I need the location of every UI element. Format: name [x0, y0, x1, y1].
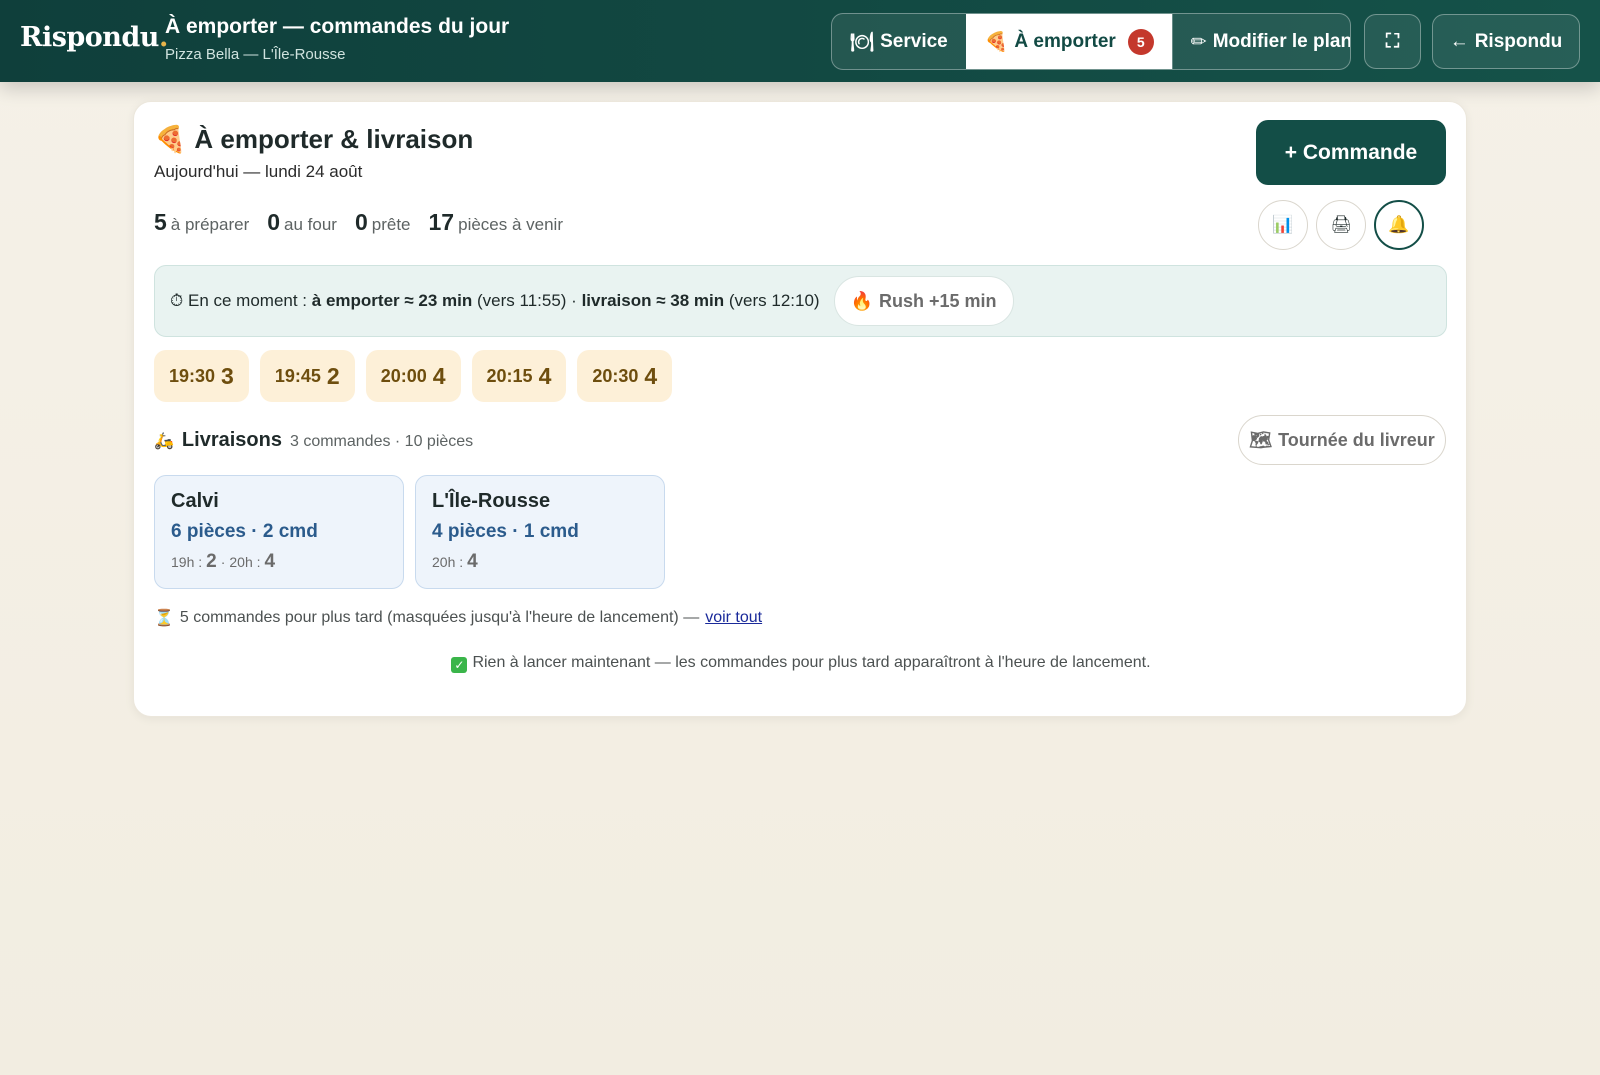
new-order-button[interactable]: + Commande: [1256, 120, 1446, 185]
header-titles: À emporter — commandes du jour Pizza Bel…: [165, 15, 509, 63]
arrow-left-icon: ←: [1449, 30, 1469, 52]
bell-icon: 🔔: [1388, 215, 1410, 235]
time-slot[interactable]: 20:15 4: [471, 350, 567, 402]
pizza-icon: 🍕: [154, 124, 187, 155]
map-icon: 🗺: [1249, 429, 1273, 451]
town-card-ile-rousse[interactable]: L'Île-Rousse 4 pièces · 1 cmd 20h : 4: [415, 475, 665, 589]
deliveries-title: Livraisons: [181, 429, 282, 451]
town-card-calvi[interactable]: Calvi 6 pièces · 2 cmd 19h : 2 · 20h : 4: [154, 475, 404, 589]
fullscreen-icon: ⛶: [1385, 30, 1400, 52]
restaurant-subtitle: Pizza Bella — L'Île-Rousse: [165, 46, 346, 63]
takeaway-card: 🍕 À emporter & livraison Aujourd'hui — l…: [133, 101, 1467, 717]
fullscreen-button[interactable]: ⛶: [1364, 14, 1421, 69]
tab-service[interactable]: 🍽 Service: [832, 14, 966, 69]
stats-button[interactable]: 📊: [1258, 200, 1308, 250]
printer-icon: 🖨: [1330, 215, 1352, 235]
time-slot[interactable]: 20:00 4: [365, 350, 461, 402]
hourglass-icon: ⏳: [154, 608, 174, 627]
deliveries-meta: 3 commandes · 10 pièces: [289, 433, 474, 450]
time-slots: 19:30 3 19:45 2 20:00 4 20:15 4 20:30 4: [154, 350, 673, 402]
current-date: Aujourd'hui — lundi 24 août: [154, 162, 363, 181]
brand-logo[interactable]: Rispondu.: [20, 22, 168, 53]
tab-edit-plan[interactable]: ✏ Modifier le plan: [1171, 14, 1350, 69]
page-title: À emporter — commandes du jour: [165, 15, 510, 38]
deliveries-header: 🛵 Livraisons 3 commandes · 10 pièces: [154, 429, 473, 452]
rush-button[interactable]: 🔥 Rush +15 min: [833, 276, 1014, 326]
delivery-towns: Calvi 6 pièces · 2 cmd 19h : 2 · 20h : 4…: [154, 475, 665, 589]
mode-tabs: 🍽 Service 🍕 À emporter 5 ✏ Modifier le p…: [831, 13, 1351, 70]
order-stats: 5 à préparer 0 au four 0 prête 17 pièces…: [154, 209, 563, 236]
scooter-icon: 🛵: [154, 431, 174, 450]
stats-icon: 📊: [1272, 215, 1294, 235]
back-to-rispondu-button[interactable]: ← Rispondu: [1432, 14, 1580, 69]
stat-upcoming-pieces: 17 pièces à venir: [428, 209, 563, 235]
pencil-icon: ✏: [1190, 30, 1207, 53]
card-title: 🍕 À emporter & livraison: [154, 124, 474, 155]
delivery-wait: livraison ≈ 38 min: [581, 291, 725, 310]
time-slot[interactable]: 19:45 2: [259, 350, 355, 402]
pizza-icon: 🍕: [984, 31, 1009, 53]
takeaway-count-badge: 5: [1127, 28, 1154, 55]
notifications-button[interactable]: 🔔: [1374, 200, 1424, 250]
time-slot[interactable]: 20:30 4: [577, 350, 673, 402]
print-button[interactable]: 🖨: [1316, 200, 1366, 250]
stat-to-prepare: 5 à préparer: [154, 209, 250, 235]
driver-route-button[interactable]: 🗺 Tournée du livreur: [1238, 415, 1446, 465]
takeaway-wait: à emporter ≈ 23 min: [311, 291, 473, 310]
timer-prefix: ⏱ En ce moment :: [170, 291, 308, 310]
time-slot[interactable]: 19:30 3: [154, 350, 249, 402]
current-wait-times: ⏱ En ce moment : à emporter ≈ 23 min (ve…: [154, 265, 1447, 337]
later-orders-note: ⏳ 5 commandes pour plus tard (masquées j…: [154, 608, 763, 627]
see-all-link[interactable]: voir tout: [705, 609, 762, 627]
tab-takeaway[interactable]: 🍕 À emporter 5: [965, 14, 1172, 69]
fire-icon: 🔥: [850, 290, 873, 312]
empty-state-message: ✓ Rien à lancer maintenant — les commande…: [134, 654, 1468, 673]
plate-icon: 🍽: [850, 31, 875, 53]
check-icon: ✓: [451, 657, 468, 673]
top-bar: Rispondu. À emporter — commandes du jour…: [0, 0, 1600, 82]
stat-ready: 0 prête: [354, 209, 411, 235]
stat-in-oven: 0 au four: [267, 209, 337, 235]
